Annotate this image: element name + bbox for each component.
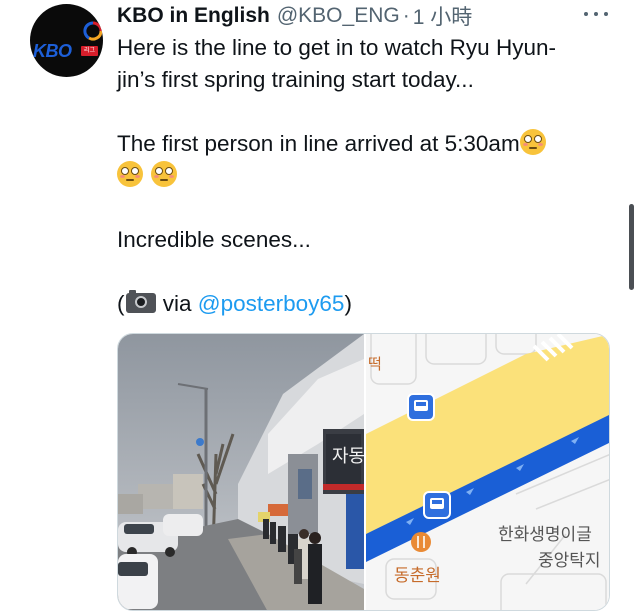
tweet-header: KBO in English @KBO_ENG · 1 小時: [117, 1, 472, 31]
kbo-swirl-icon: [83, 21, 103, 41]
tweet-timestamp[interactable]: 1 小時: [413, 1, 473, 31]
separator-dot: ·: [402, 4, 410, 27]
map-label-fragment: 떡: [368, 355, 382, 373]
flushed-face-icon: [519, 129, 546, 155]
tweet-text-line: The first person in line arrived at 5:30…: [117, 128, 612, 160]
media-map[interactable]: 떡 한화생명이글 중앙탁지 동춘원: [366, 334, 609, 610]
tweet-text-span: The first person in line arrived at 5:30…: [117, 131, 520, 156]
author-name[interactable]: KBO in English: [117, 4, 270, 28]
tweet-text-line: Here is the line to get in to watch Ryu …: [117, 35, 556, 60]
mention-link[interactable]: @posterboy65: [198, 291, 345, 316]
via-paren: ): [344, 291, 352, 316]
flushed-face-icon: [151, 161, 178, 187]
tweet-text-line: Incredible scenes...: [117, 227, 311, 252]
scrollbar[interactable]: [629, 204, 634, 290]
camera-icon: [125, 290, 156, 313]
map-illustration: 떡 한화생명이글 중앙탁지 동춘원: [366, 334, 609, 610]
more-options-icon[interactable]: [584, 4, 608, 24]
tweet-media: 자동 떡 한화생명이글 중앙탁지 동춘원: [117, 333, 610, 611]
storefront-sign: 자동: [332, 446, 364, 467]
tweet-text-line: jin’s first spring training start today.…: [117, 67, 474, 92]
avatar[interactable]: KBO 리그: [30, 4, 103, 77]
tweet-text: Here is the line to get in to watch Ryu …: [117, 32, 612, 320]
avatar-league-badge: 리그: [81, 46, 98, 56]
media-photo[interactable]: 자동: [118, 334, 364, 610]
avatar-logo-text: KBO: [33, 41, 72, 61]
emoji-line: [117, 160, 612, 192]
map-label-building-sub: 중앙탁지: [538, 551, 601, 571]
bus-stop-icon[interactable]: [407, 393, 435, 421]
map-label-building: 한화생명이글: [498, 525, 592, 545]
author-handle[interactable]: @KBO_ENG: [277, 4, 400, 28]
restaurant-pin-icon[interactable]: [411, 532, 431, 552]
map-label-restaurant: 동춘원: [394, 566, 441, 586]
via-word: via: [156, 291, 198, 316]
via-paren: (: [117, 291, 125, 316]
tweet-via-line: ( via @posterboy65): [117, 288, 612, 320]
bus-stop-icon[interactable]: [423, 491, 451, 519]
flushed-face-icon: [117, 161, 143, 187]
street-photo-illustration: 자동: [118, 334, 364, 610]
